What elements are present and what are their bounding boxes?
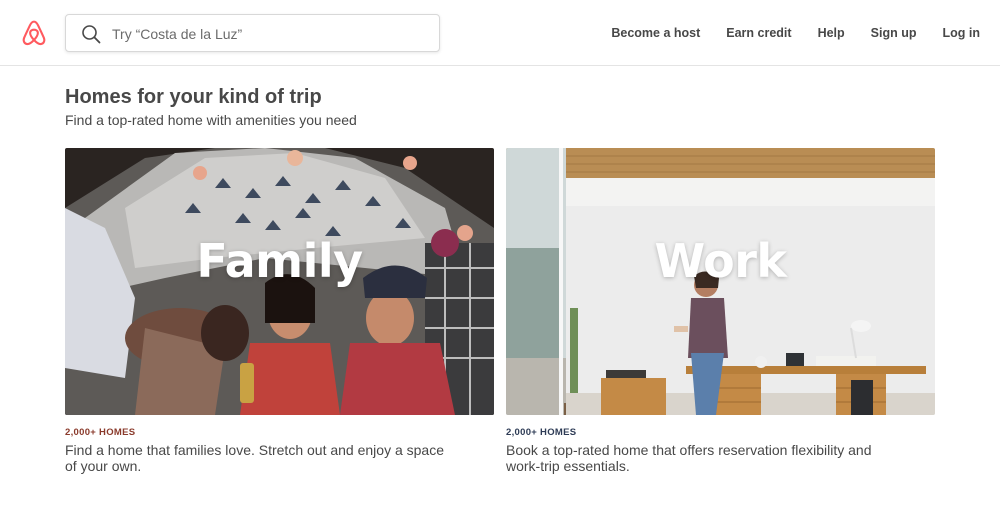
work-trip-card[interactable]: Work 2,000+ HOMES Book a top-rated home …: [506, 148, 935, 474]
section-title: Homes for your kind of trip: [65, 86, 322, 108]
work-card-description: Book a top-rated home that offers reserv…: [506, 442, 872, 474]
family-trip-card[interactable]: Family 2,000+ HOMES Find a home that fam…: [65, 148, 494, 474]
family-homes-count: 2,000+ HOMES: [65, 427, 136, 438]
section-subtitle: Find a top-rated home with amenities you…: [65, 112, 357, 128]
airbnb-logo-icon[interactable]: [20, 19, 48, 47]
become-a-host-link[interactable]: Become a host: [598, 26, 713, 40]
sign-up-link[interactable]: Sign up: [858, 26, 930, 40]
work-homes-count: 2,000+ HOMES: [506, 427, 577, 438]
earn-credit-link[interactable]: Earn credit: [713, 26, 804, 40]
search-input[interactable]: [112, 21, 422, 47]
family-card-image[interactable]: Family: [65, 148, 494, 415]
family-card-title: Family: [196, 234, 363, 288]
top-header: Become a host Earn credit Help Sign up L…: [0, 0, 1000, 66]
family-card-description: Find a home that families love. Stretch …: [65, 442, 444, 474]
header-nav: Become a host Earn credit Help Sign up L…: [598, 0, 1000, 66]
work-card-title: Work: [654, 234, 787, 288]
log-in-link[interactable]: Log in: [930, 26, 1000, 40]
help-link[interactable]: Help: [805, 26, 858, 40]
search-icon: [82, 25, 101, 44]
search-box[interactable]: [65, 14, 440, 52]
work-card-image[interactable]: Work: [506, 148, 935, 415]
